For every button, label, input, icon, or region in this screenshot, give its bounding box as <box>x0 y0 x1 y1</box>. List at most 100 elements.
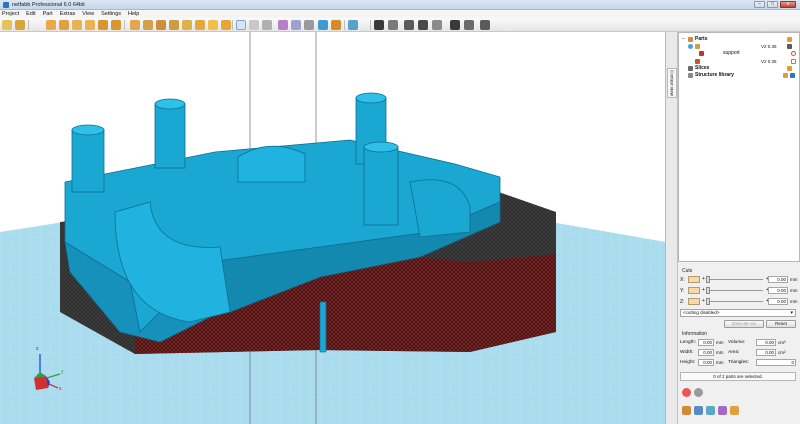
close-button[interactable]: x <box>780 1 796 8</box>
menu-extras[interactable]: Extras <box>60 11 76 17</box>
cut-x-value[interactable]: 0.00 <box>768 276 788 283</box>
cut-x-unit: mm <box>790 277 798 282</box>
view-front-icon[interactable] <box>46 20 56 30</box>
menu-view[interactable]: View <box>82 11 94 17</box>
height-label: Height: <box>680 360 696 365</box>
cut-z-slider-track[interactable] <box>707 301 763 302</box>
slices-action-icon[interactable] <box>787 66 792 71</box>
color-mode-icon[interactable] <box>331 20 341 30</box>
area-value: 0.00 <box>756 349 776 356</box>
repair-icon[interactable] <box>348 20 358 30</box>
new-project-icon[interactable] <box>2 20 12 30</box>
length-value: 0.00 <box>698 339 714 346</box>
toolbar-separator <box>370 20 371 30</box>
select-faces-icon[interactable] <box>278 20 288 30</box>
tree-slices[interactable]: Slices <box>679 65 799 72</box>
move-icon[interactable] <box>374 20 384 30</box>
view-left-icon[interactable] <box>72 20 82 30</box>
right-panel: − Parts V2 0.35 support V2 0.35 Slices S… <box>678 32 800 424</box>
support-toggle-icon[interactable] <box>791 51 796 56</box>
rotate-part-icon[interactable] <box>388 20 398 30</box>
cutting-mode-value: <cutting disabled> <box>683 310 720 315</box>
tree-part-2[interactable]: V2 0.35 <box>679 58 799 65</box>
tree-support[interactable]: support <box>679 50 799 57</box>
cut-y-value[interactable]: 0.00 <box>768 287 788 294</box>
cursor-triangle-icon[interactable] <box>262 20 272 30</box>
cut-y-toggle[interactable] <box>688 287 700 294</box>
maximize-button[interactable]: □ <box>767 1 778 8</box>
structure-add-icon[interactable] <box>790 73 795 78</box>
view-bottom-icon[interactable] <box>111 20 121 30</box>
parts-action-icon[interactable] <box>787 37 792 42</box>
menu-project[interactable]: Project <box>2 11 19 17</box>
brush-icon[interactable] <box>450 20 460 30</box>
cutting-mode-select[interactable]: <cutting disabled> ▾ <box>680 309 796 317</box>
menu-part[interactable]: Part <box>43 11 53 17</box>
check-icon[interactable] <box>418 20 428 30</box>
rotate-view-icon[interactable] <box>156 20 166 30</box>
area-label: Area: <box>728 350 740 355</box>
cut-row-x: X: + + 0.00 mm <box>680 276 798 284</box>
cut-z-minus[interactable]: + <box>702 298 705 304</box>
cut-z-slider-thumb[interactable] <box>706 298 710 305</box>
view-back-icon[interactable] <box>59 20 69 30</box>
menu-settings[interactable]: Settings <box>101 11 121 17</box>
tool-slice-icon[interactable] <box>706 406 715 415</box>
reset-button[interactable]: Reset <box>766 320 796 328</box>
cut-x-toggle[interactable] <box>688 276 700 283</box>
tree-structure-library[interactable]: Structure library <box>679 72 799 79</box>
select-surface-icon[interactable] <box>304 20 314 30</box>
structure-action-icon[interactable] <box>783 73 788 78</box>
structure-icon <box>688 73 693 78</box>
3d-viewport[interactable]: z y x <box>0 32 666 424</box>
cut-x-slider-track[interactable] <box>707 279 763 280</box>
lightbulb-icon[interactable] <box>208 20 218 30</box>
cut-x-slider-thumb[interactable] <box>706 276 710 283</box>
add-part-icon[interactable] <box>682 388 691 397</box>
cut-x-minus[interactable]: + <box>702 276 705 282</box>
tool-support-icon[interactable] <box>694 406 703 415</box>
menu-help[interactable]: Help <box>128 11 139 17</box>
cut-z-value[interactable]: 0.00 <box>768 298 788 305</box>
execute-cut-button[interactable]: Execute cut <box>724 320 764 328</box>
robot-arm-icon[interactable] <box>480 20 490 30</box>
cut-y-slider-thumb[interactable] <box>706 287 710 294</box>
tree-parts[interactable]: − Parts <box>679 36 799 43</box>
part-post-top <box>363 141 399 153</box>
view-right-icon[interactable] <box>85 20 95 30</box>
perspective-icon[interactable] <box>195 20 205 30</box>
zoom-fit-icon[interactable] <box>130 20 140 30</box>
tool-mesh-icon[interactable] <box>718 406 727 415</box>
tree-part-1[interactable]: V2 0.35 <box>679 43 799 50</box>
measure-icon[interactable] <box>249 20 259 30</box>
globe-icon[interactable] <box>318 20 328 30</box>
pan-view-icon[interactable] <box>169 20 179 30</box>
collapse-icon[interactable]: − <box>682 36 685 43</box>
part-1-action-icon[interactable] <box>787 44 792 49</box>
tool-export-icon[interactable] <box>730 406 739 415</box>
cut-y-minus[interactable]: + <box>702 287 705 293</box>
cuts-header: Cuts <box>682 268 693 274</box>
search-icon[interactable] <box>221 20 231 30</box>
part-2-check-icon[interactable] <box>791 59 796 64</box>
select-cursor-icon[interactable] <box>236 20 246 30</box>
menu-edit[interactable]: Edit <box>26 11 35 17</box>
select-shells-icon[interactable] <box>291 20 301 30</box>
arrange-icon[interactable] <box>432 20 442 30</box>
cut-z-toggle[interactable] <box>688 298 700 305</box>
width-unit: mm <box>716 350 724 355</box>
parts-label: Parts <box>695 36 708 42</box>
side-tab-strip: Context view <box>666 32 678 424</box>
zoom-selection-icon[interactable] <box>143 20 153 30</box>
scale-icon[interactable] <box>404 20 414 30</box>
minimize-button[interactable]: – <box>754 1 765 8</box>
context-view-tab[interactable]: Context view <box>667 68 677 98</box>
view-top-icon[interactable] <box>98 20 108 30</box>
open-folder-icon[interactable] <box>15 20 25 30</box>
text-label-icon[interactable] <box>464 20 474 30</box>
tool-repair-icon[interactable] <box>682 406 691 415</box>
triangles-value: 0 <box>756 359 796 366</box>
zoom-view-icon[interactable] <box>182 20 192 30</box>
cut-y-slider-track[interactable] <box>707 290 763 291</box>
remove-part-icon[interactable] <box>694 388 703 397</box>
